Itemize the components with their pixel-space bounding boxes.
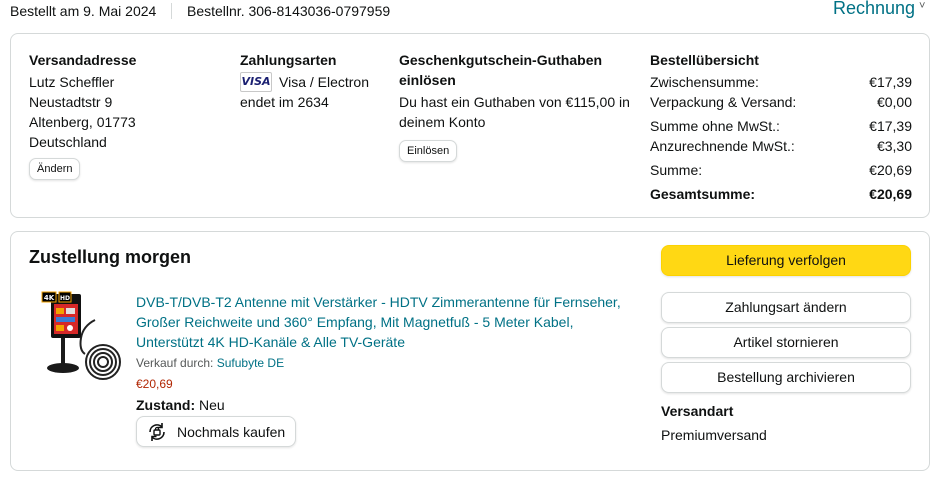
address-line-name: Lutz Scheffler xyxy=(29,74,115,90)
archive-order-button[interactable]: Bestellung archivieren xyxy=(661,362,911,393)
redeem-button[interactable]: Einlösen xyxy=(399,140,458,162)
gift-card-section: Geschenkgutschein-Guthaben einlösen Du h… xyxy=(399,50,644,162)
summary-label: Summe: xyxy=(650,162,703,178)
summary-value: €20,69 xyxy=(869,162,912,178)
address-line-city: Altenberg, 01773 xyxy=(29,114,136,130)
condition-value: Neu xyxy=(199,397,225,413)
buy-again-label: Nochmals kaufen xyxy=(177,423,286,440)
summary-label: Zwischensumme: xyxy=(650,74,759,90)
summary-value: €0,00 xyxy=(876,94,912,110)
order-details-card: Versandadresse Lutz Scheffler Neustadtst… xyxy=(10,33,930,218)
summary-label: Summe ohne MwSt.: xyxy=(650,118,780,134)
visa-card-icon: VISA xyxy=(240,72,272,92)
order-number: Bestellnr. 306-8143036-0797959 xyxy=(187,3,391,19)
order-summary-heading: Bestellübersicht xyxy=(650,52,759,68)
product-badge-hd: HD xyxy=(60,295,70,302)
invoice-link[interactable]: Rechnung xyxy=(833,0,915,19)
order-date: Bestellt am 9. Mai 2024 xyxy=(10,3,157,19)
buy-again-button[interactable]: Nochmals kaufen xyxy=(136,416,297,447)
delivery-card: Zustellung morgen 4K HD DVB-T/DVB-T2 Ant… xyxy=(10,231,930,471)
product-image[interactable]: 4K HD xyxy=(33,290,128,385)
gift-card-heading: Geschenkgutschein-Guthaben einlösen xyxy=(399,52,603,88)
change-address-button[interactable]: Ändern xyxy=(29,158,81,180)
grand-total-row: Gesamtsumme: €20,69 xyxy=(650,184,912,204)
payment-section: Zahlungsarten VISA Visa / Electron endet… xyxy=(240,50,390,112)
grand-total-label: Gesamtsumme: xyxy=(650,186,756,202)
summary-row: Verpackung & Versand: €0,00 xyxy=(650,92,912,112)
header-divider xyxy=(171,3,172,19)
track-package-button[interactable]: Lieferung verfolgen xyxy=(661,245,911,276)
summary-row: Summe ohne MwSt.: €17,39 xyxy=(650,116,912,136)
gift-card-balance-text: Du hast ein Guthaben von €115,00 in dein… xyxy=(399,94,630,130)
buy-again-icon xyxy=(149,422,165,441)
product-info: DVB-T/DVB-T2 Antenne mit Verstärker - HD… xyxy=(136,292,636,447)
shipping-method-value: Premiumversand xyxy=(661,427,767,443)
summary-value: €3,30 xyxy=(876,138,912,154)
seller-link[interactable]: Sufubyte DE xyxy=(217,356,284,370)
payment-card-row: VISA Visa / Electron xyxy=(240,72,390,92)
summary-value: €17,39 xyxy=(869,118,912,134)
cancel-item-button[interactable]: Artikel stornieren xyxy=(661,327,911,358)
product-price: €20,69 xyxy=(136,377,173,391)
summary-row: Zwischensumme: €17,39 xyxy=(650,72,912,92)
summary-label: Anzurechnende MwSt.: xyxy=(650,138,795,154)
card-type: Visa / Electron xyxy=(279,74,370,90)
product-badge-4k: 4K xyxy=(44,294,55,302)
seller-line: Verkauf durch: Sufubyte DE xyxy=(136,354,636,372)
condition-line: Zustand: Neu xyxy=(136,396,636,414)
condition-label: Zustand: xyxy=(136,397,196,413)
change-payment-button[interactable]: Zahlungsart ändern xyxy=(661,292,911,323)
order-header: Bestellt am 9. Mai 2024 Bestellnr. 306-8… xyxy=(0,0,941,24)
sold-by-label: Verkauf durch: xyxy=(136,356,214,370)
chevron-down-icon[interactable]: ˅ xyxy=(919,0,925,12)
shipping-method-label: Versandart xyxy=(661,403,734,419)
order-summary-section: Bestellübersicht Zwischensumme: €17,39 V… xyxy=(650,50,912,204)
payment-heading: Zahlungsarten xyxy=(240,52,337,68)
summary-label: Verpackung & Versand: xyxy=(650,94,797,110)
shipping-address-heading: Versandadresse xyxy=(29,52,137,68)
summary-row: Summe: €20,69 xyxy=(650,160,912,180)
card-ending: endet im 2634 xyxy=(240,94,329,110)
address-line-street: Neustadtstr 9 xyxy=(29,94,113,110)
product-title-link[interactable]: DVB-T/DVB-T2 Antenne mit Verstärker - HD… xyxy=(136,292,636,352)
summary-row: Anzurechnende MwSt.: €3,30 xyxy=(650,136,912,156)
delivery-status-title: Zustellung morgen xyxy=(29,247,191,267)
shipping-address-section: Versandadresse Lutz Scheffler Neustadtst… xyxy=(29,50,219,180)
summary-value: €17,39 xyxy=(869,74,912,90)
address-line-country: Deutschland xyxy=(29,134,107,150)
grand-total-value: €20,69 xyxy=(869,186,912,202)
